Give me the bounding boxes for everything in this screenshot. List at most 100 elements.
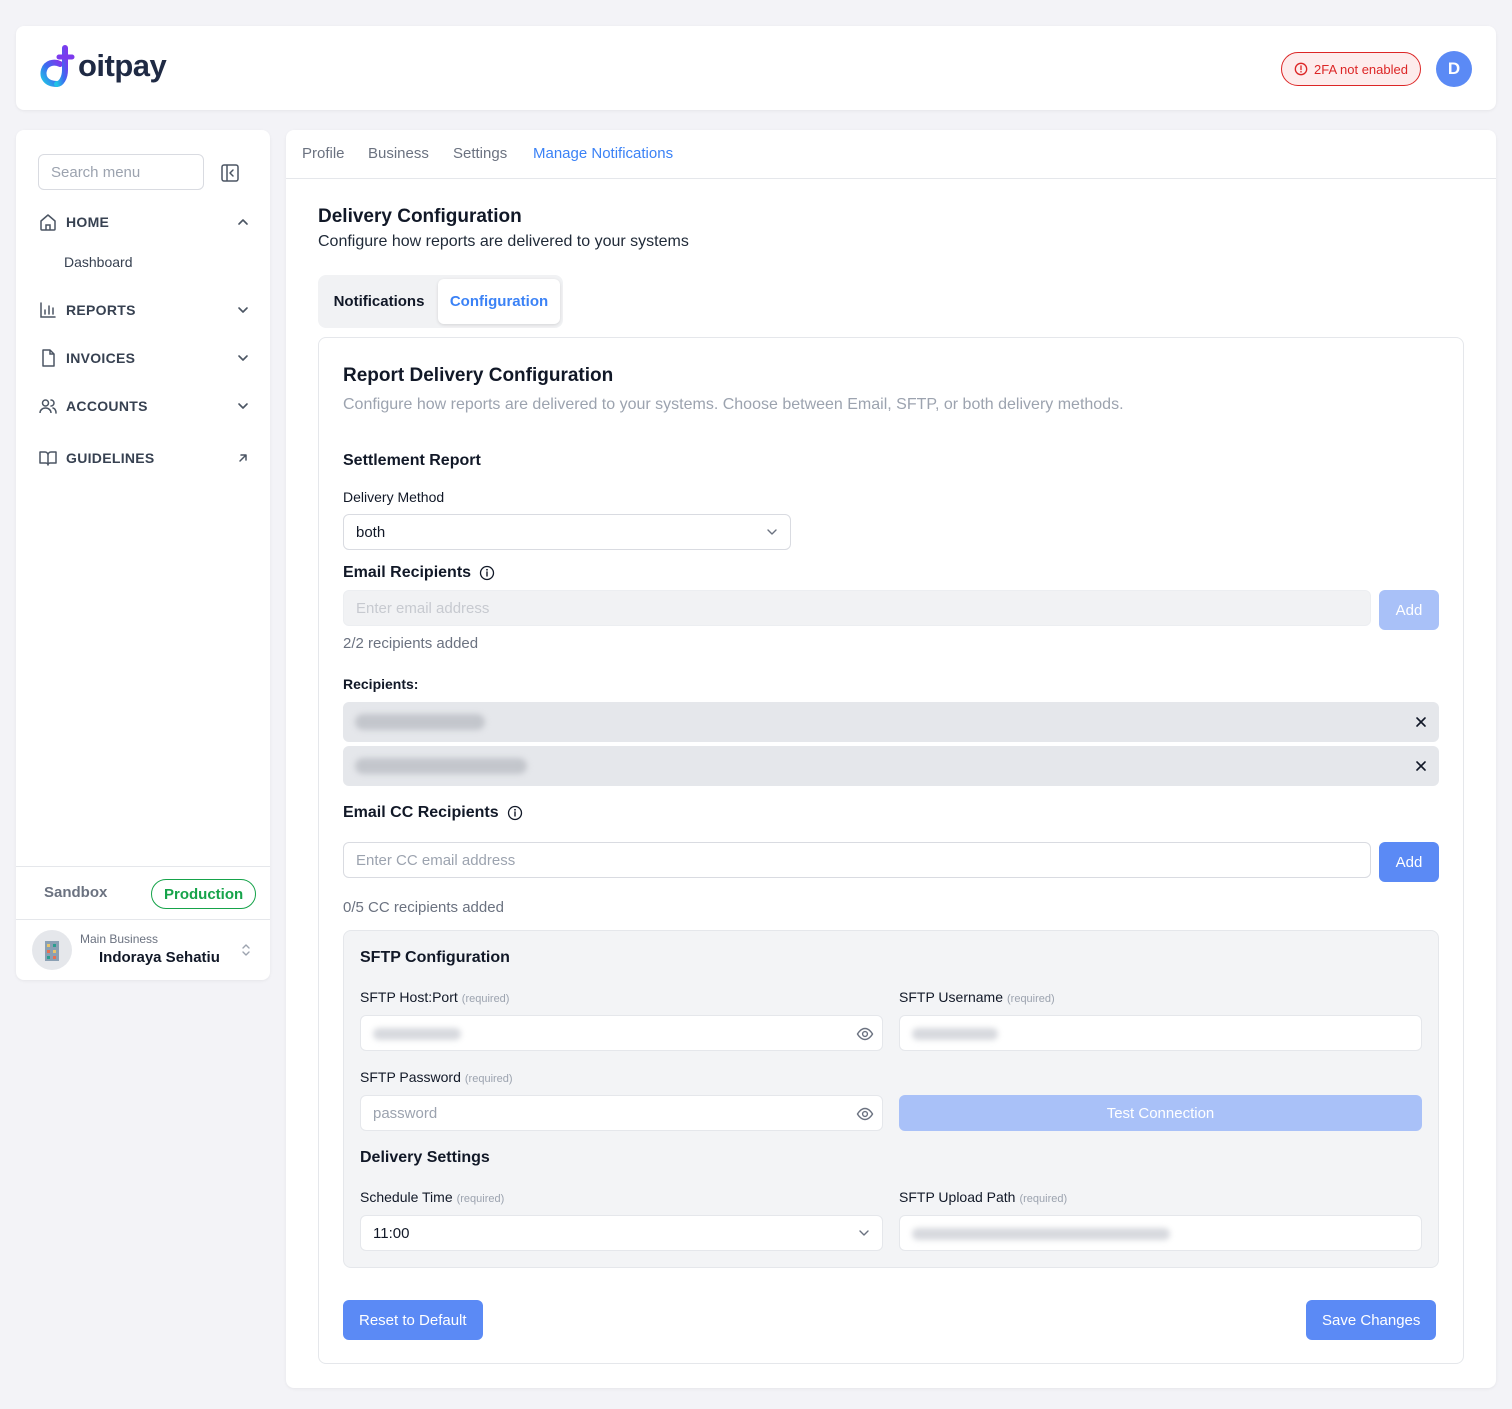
env-sandbox-button[interactable]: Sandbox [44,884,107,901]
home-icon [38,212,58,232]
eye-icon[interactable] [856,1105,874,1123]
file-icon [38,348,58,368]
sidebar-subitem-dashboard[interactable]: Dashboard [64,254,133,270]
sidebar-item-label: REPORTS [66,302,136,318]
schedule-time-label: Schedule Time (required) [360,1189,505,1205]
eye-icon[interactable] [856,1025,874,1043]
email-recipients-heading: Email Recipients [343,564,495,582]
twofa-warning-badge[interactable]: 2FA not enabled [1281,52,1421,86]
chevron-down-icon [238,403,248,409]
business-name: Indoraya Sehatiu [99,949,220,966]
chevron-down-icon [767,529,777,535]
twofa-label: 2FA not enabled [1314,61,1408,77]
recipient-item [343,746,1439,786]
info-icon[interactable] [507,805,523,821]
top-bar: oitpay 2FA not enabled D [16,26,1496,110]
sftp-title: SFTP Configuration [360,949,510,966]
sftp-password-label: SFTP Password (required) [360,1069,513,1085]
add-cc-button[interactable]: Add [1379,842,1439,882]
sftp-configuration-panel: SFTP Configuration SFTP Host:Port (requir… [343,930,1439,1268]
upload-path-label: SFTP Upload Path (required) [899,1189,1068,1205]
sftp-host-label: SFTP Host:Port (required) [360,989,510,1005]
upload-path-field[interactable] [899,1215,1422,1251]
chevrons-up-down-icon [242,944,250,956]
redacted-email [355,714,485,730]
chevron-down-icon [238,307,248,313]
main-panel: Profile Business Settings Manage Notific… [286,130,1496,1388]
environment-switcher: Sandbox Production [16,866,270,920]
external-arrow-icon [239,454,247,462]
redacted-username [912,1028,998,1040]
email-recipients-label: Email Recipients [343,564,472,581]
business-caption: Main Business [80,932,159,946]
sftp-password-field[interactable] [360,1095,883,1131]
redacted-email [355,758,527,774]
sidebar-item-reports[interactable]: REPORTS [38,296,250,324]
sidebar-item-label: HOME [66,214,110,230]
info-icon[interactable] [479,565,495,581]
logo-text: oitpay [78,48,167,83]
env-production-button[interactable]: Production [151,879,257,909]
bar-chart-icon [38,300,58,320]
sidebar-collapse-icon[interactable] [220,163,240,183]
page-subtitle: Configure how reports are delivered to y… [318,233,689,250]
logo-mark-icon [40,45,75,87]
sidebar-item-invoices[interactable]: INVOICES [38,344,250,372]
segment-configuration[interactable]: Configuration [438,279,560,324]
delivery-method-select[interactable]: both [343,514,791,550]
email-recipient-input[interactable] [343,590,1371,626]
sidebar-item-accounts[interactable]: ACCOUNTS [38,392,250,420]
cc-recipients-heading: Email CC Recipients [343,804,523,822]
cc-count: 0/5 CC recipients added [343,899,504,916]
cc-email-input[interactable] [343,842,1371,878]
sidebar-item-home[interactable]: HOME [38,208,250,236]
tab-settings[interactable]: Settings [453,145,507,162]
test-connection-button[interactable]: Test Connection [899,1095,1422,1131]
redacted-upload-path [912,1228,1170,1240]
chevron-down-icon [859,1230,869,1236]
remove-recipient-icon[interactable] [1413,758,1429,774]
user-avatar[interactable]: D [1436,51,1472,87]
sftp-username-field[interactable] [899,1015,1422,1051]
sidebar-item-label: INVOICES [66,350,136,366]
sidebar-item-label: ACCOUNTS [66,398,148,414]
add-email-button[interactable]: Add [1379,590,1439,630]
card-description: Configure how reports are delivered to y… [343,396,1124,413]
book-icon [38,448,58,468]
schedule-time-value: 11:00 [373,1224,410,1242]
delivery-settings-title: Delivery Settings [360,1149,490,1166]
delivery-method-value: both [356,523,386,541]
search-menu-input[interactable] [38,154,204,190]
remove-recipient-icon[interactable] [1413,714,1429,730]
business-logo [32,930,72,970]
segmented-control: Notifications Configuration [318,275,563,328]
segment-notifications[interactable]: Notifications [322,279,436,324]
redacted-host [373,1028,461,1040]
recipients-count: 2/2 recipients added [343,635,479,652]
delivery-method-label: Delivery Method [343,489,445,505]
sftp-host-field[interactable] [360,1015,883,1051]
settings-tabs: Profile Business Settings Manage Notific… [286,130,1496,179]
sftp-password-input[interactable] [361,1096,831,1130]
brand-logo[interactable]: oitpay [40,44,167,88]
card-title: Report Delivery Configuration [343,365,614,386]
section-heading: Settlement Report [343,452,481,469]
sidebar-item-guidelines[interactable]: GUIDELINES [38,444,250,472]
tab-manage-notifications[interactable]: Manage Notifications [533,145,673,162]
alert-circle-icon [1294,62,1308,76]
cc-recipients-label: Email CC Recipients [343,804,499,821]
save-changes-button[interactable]: Save Changes [1306,1300,1437,1340]
business-switcher[interactable]: Main Business Indoraya Sehatiu [16,920,270,980]
reset-to-default-button[interactable]: Reset to Default [343,1300,483,1340]
recipients-list-label: Recipients: [343,676,419,692]
report-delivery-card: Report Delivery Configuration Configure … [318,337,1464,1364]
schedule-time-select[interactable]: 11:00 [360,1215,883,1251]
tab-profile[interactable]: Profile [302,145,345,162]
sidebar: HOME Dashboard REPORTS INVOICES ACCOUNTS… [16,130,270,980]
page-title: Delivery Configuration [318,206,522,227]
chevron-up-icon [238,219,248,225]
recipient-item [343,702,1439,742]
chevron-down-icon [238,355,248,361]
tab-business[interactable]: Business [368,145,429,162]
sftp-username-label: SFTP Username (required) [899,989,1055,1005]
